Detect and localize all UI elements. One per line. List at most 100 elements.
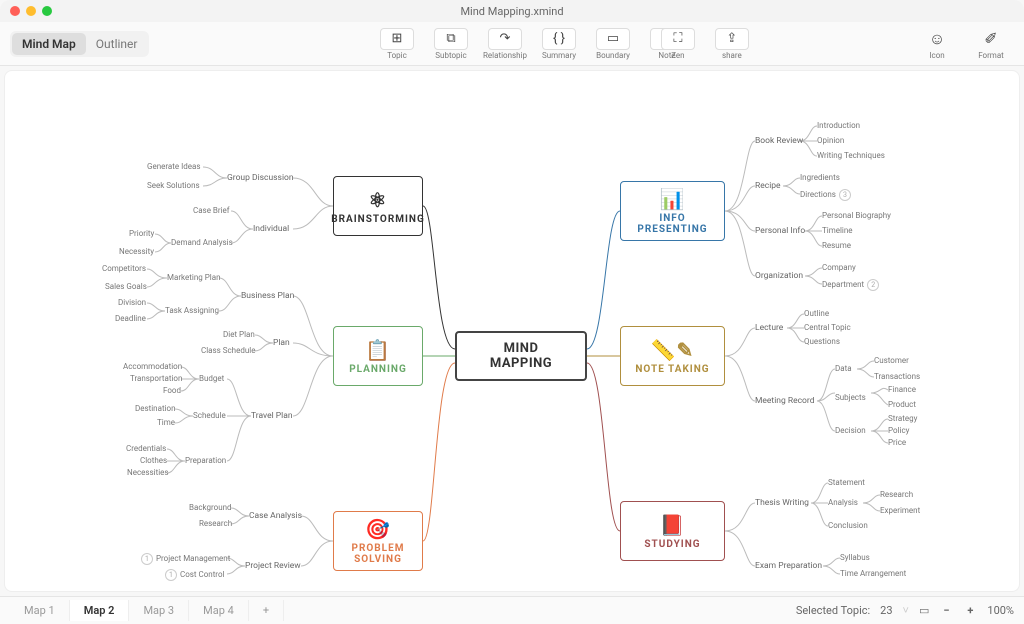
leaf[interactable]: Statement <box>828 478 865 487</box>
central-topic[interactable]: MIND MAPPING <box>455 331 587 381</box>
leaf[interactable]: Task Assigning <box>165 306 219 315</box>
branch-info-presenting[interactable]: 📊 INFO PRESENTING <box>620 181 725 241</box>
leaf[interactable]: Ingredients <box>800 173 840 182</box>
subtopic[interactable]: Project Review <box>245 561 301 571</box>
leaf[interactable]: Timeline <box>822 226 853 235</box>
leaf[interactable]: Introduction <box>817 121 860 130</box>
leaf[interactable]: Strategy <box>888 414 917 423</box>
leaf[interactable]: Budget <box>199 374 224 383</box>
leaf[interactable]: Destination <box>135 404 176 413</box>
leaf[interactable]: Demand Analysis <box>171 238 233 247</box>
subtopic[interactable]: Individual <box>253 224 289 234</box>
leaf[interactable]: Finance <box>888 385 916 394</box>
leaf[interactable]: Credentials <box>126 444 166 453</box>
leaf[interactable]: Research <box>880 490 913 499</box>
branch-note-taking[interactable]: 📏✎ NOTE TAKING <box>620 326 725 386</box>
leaf[interactable]: Experiment <box>880 506 920 515</box>
leaf[interactable]: Clothes <box>140 456 167 465</box>
tab-map-1[interactable]: Map 1 <box>10 600 70 621</box>
leaf[interactable]: Questions <box>804 337 840 346</box>
leaf[interactable]: Transactions <box>874 372 920 381</box>
leaf[interactable]: Class Schedule <box>201 346 255 355</box>
leaf[interactable]: Priority <box>129 229 154 238</box>
icon-button[interactable]: ☺ Icon <box>914 28 960 60</box>
leaf[interactable]: Cost Control <box>165 569 224 581</box>
mind-map-view-button[interactable]: Mind Map <box>12 33 86 55</box>
leaf[interactable]: Preparation <box>185 456 226 465</box>
leaf[interactable]: Price <box>888 438 906 447</box>
subtopic[interactable]: Organization <box>755 271 803 281</box>
maximize-window-icon[interactable] <box>42 6 52 16</box>
zoom-out-button[interactable]: − <box>939 604 953 617</box>
zoom-level[interactable]: 100% <box>987 604 1014 617</box>
leaf[interactable]: Time <box>157 418 175 427</box>
subtopic[interactable]: Business Plan <box>241 291 294 301</box>
leaf[interactable]: Project Management <box>141 553 230 565</box>
leaf[interactable]: Company <box>822 263 856 272</box>
leaf[interactable]: Writing Techniques <box>817 151 885 160</box>
leaf[interactable]: Policy <box>888 426 909 435</box>
leaf[interactable]: Resume <box>822 241 851 250</box>
format-button[interactable]: ✐ Format <box>968 28 1014 60</box>
tab-map-2[interactable]: Map 2 <box>70 600 130 621</box>
minimize-window-icon[interactable] <box>26 6 36 16</box>
leaf[interactable]: Background <box>189 503 232 512</box>
leaf[interactable]: Subjects <box>835 393 866 402</box>
leaf[interactable]: Deadline <box>115 314 146 323</box>
tab-map-3[interactable]: Map 3 <box>129 600 189 621</box>
subtopic[interactable]: Book Review <box>755 136 803 146</box>
leaf[interactable]: Personal Biography <box>822 211 891 220</box>
leaf[interactable]: Competitors <box>102 264 146 273</box>
branch-problem-solving[interactable]: 🎯 PROBLEM SOLVING <box>333 511 423 571</box>
subtopic[interactable]: Plan <box>273 338 290 348</box>
canvas[interactable]: MIND MAPPING ⚛ BRAINSTORMING 📋 PLANNING … <box>4 70 1020 592</box>
subtopic[interactable]: Personal Info <box>755 226 805 236</box>
leaf[interactable]: Conclusion <box>828 521 868 530</box>
subtopic[interactable]: Group Discussion <box>227 173 294 183</box>
add-tab-button[interactable]: + <box>249 600 284 621</box>
leaf[interactable]: Seek Solutions <box>147 181 200 190</box>
leaf[interactable]: Case Brief <box>193 206 230 215</box>
leaf[interactable]: Research <box>199 519 232 528</box>
leaf[interactable]: Generate Ideas <box>147 162 201 171</box>
leaf[interactable]: Food <box>163 386 181 395</box>
boundary-button[interactable]: ▭ Boundary <box>590 28 636 60</box>
outliner-view-button[interactable]: Outliner <box>86 33 148 55</box>
topic-button[interactable]: ⊞ Topic <box>374 28 420 60</box>
leaf[interactable]: Syllabus <box>840 553 870 562</box>
subtopic[interactable]: Recipe <box>755 181 781 191</box>
leaf[interactable]: Directions <box>800 189 851 201</box>
branch-brainstorming[interactable]: ⚛ BRAINSTORMING <box>333 176 423 236</box>
leaf[interactable]: Division <box>118 298 146 307</box>
summary-button[interactable]: { } Summary <box>536 28 582 60</box>
relationship-button[interactable]: ↷ Relationship <box>482 28 528 60</box>
branch-planning[interactable]: 📋 PLANNING <box>333 326 423 386</box>
subtopic[interactable]: Travel Plan <box>251 411 293 421</box>
leaf[interactable]: Marketing Plan <box>167 273 220 282</box>
zen-button[interactable]: ⛶ Zen <box>655 28 701 60</box>
leaf[interactable]: Transportation <box>130 374 182 383</box>
leaf[interactable]: Necessity <box>119 247 154 256</box>
leaf[interactable]: Opinion <box>817 136 844 145</box>
leaf[interactable]: Central Topic <box>804 323 851 332</box>
leaf[interactable]: Product <box>888 400 916 409</box>
leaf[interactable]: Customer <box>874 356 909 365</box>
leaf[interactable]: Diet Plan <box>223 330 255 339</box>
leaf[interactable]: Decision <box>835 426 866 435</box>
leaf[interactable]: Accommodation <box>123 362 182 371</box>
leaf[interactable]: Data <box>835 364 852 373</box>
share-button[interactable]: ⇪ share <box>709 28 755 60</box>
leaf[interactable]: Necessities <box>127 468 169 477</box>
outline-icon[interactable]: ▭ <box>919 604 929 617</box>
subtopic[interactable]: Lecture <box>755 323 783 333</box>
tab-map-4[interactable]: Map 4 <box>189 600 249 621</box>
leaf[interactable]: Schedule <box>193 411 226 420</box>
subtopic-button[interactable]: ⧉ Subtopic <box>428 28 474 60</box>
subtopic[interactable]: Thesis Writing <box>755 498 809 508</box>
leaf[interactable]: Department <box>822 279 879 291</box>
leaf[interactable]: Sales Goals <box>105 282 147 291</box>
zoom-in-button[interactable]: + <box>963 604 977 617</box>
branch-studying[interactable]: 📕 STUDYING <box>620 501 725 561</box>
close-window-icon[interactable] <box>10 6 20 16</box>
subtopic[interactable]: Case Analysis <box>249 511 302 521</box>
